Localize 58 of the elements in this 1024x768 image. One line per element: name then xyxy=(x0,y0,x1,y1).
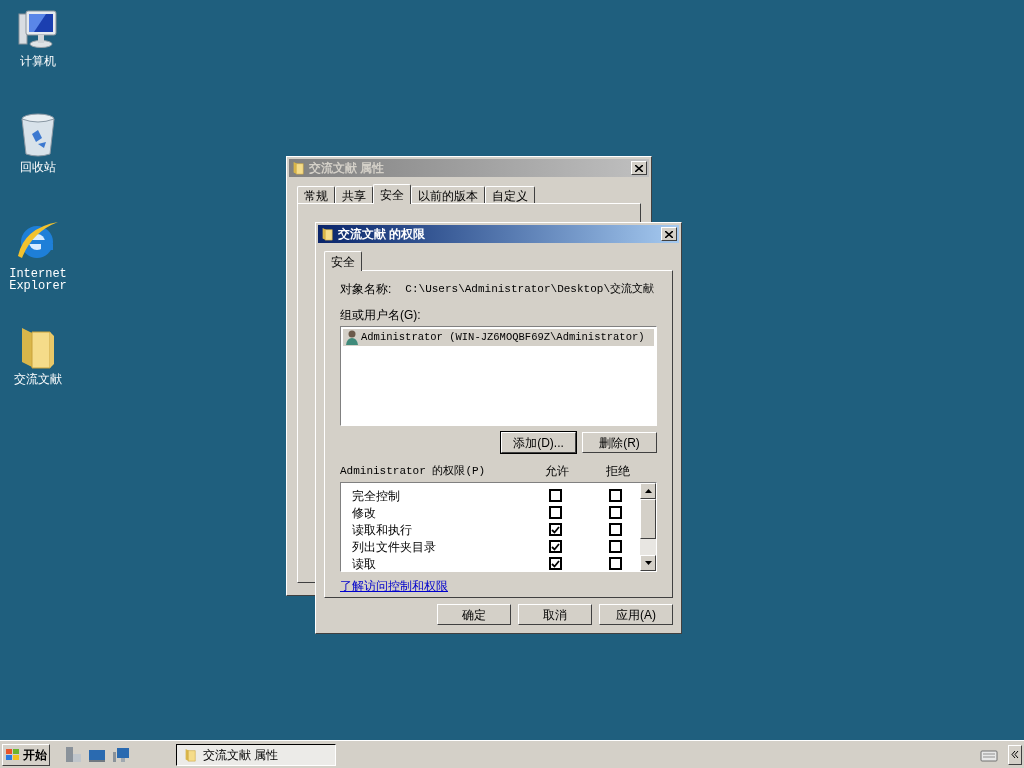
object-name: C:\Users\Administrator\Desktop\交流文献 xyxy=(405,281,654,297)
permission-name: 列出文件夹目录 xyxy=(351,538,437,556)
permission-name: 读取和执行 xyxy=(351,521,413,539)
desktop-icon-label[interactable]: 交流文献 xyxy=(8,374,68,386)
user-icon xyxy=(346,330,358,345)
permission-name: 读取 xyxy=(351,555,377,573)
close-icon xyxy=(665,230,673,238)
checkbox[interactable] xyxy=(608,557,622,570)
tab[interactable]: 安全 xyxy=(324,251,362,271)
tab[interactable]: 常规 xyxy=(297,186,335,203)
tab[interactable]: 自定义 xyxy=(485,186,535,203)
dialog-button[interactable]: 添加(D)... xyxy=(501,432,576,453)
window-title: 交流文献 的权限 xyxy=(338,226,426,243)
start-button[interactable]: 开始 xyxy=(2,743,50,766)
checkbox[interactable] xyxy=(548,506,562,519)
dialog-button[interactable]: 应用(A) xyxy=(599,604,673,625)
dialog-button[interactable]: 确定 xyxy=(437,604,511,625)
checkbox[interactable] xyxy=(608,523,622,536)
up-arrow-icon xyxy=(644,489,652,493)
tab[interactable]: 以前的版本 xyxy=(411,186,485,203)
dialog-button[interactable]: 删除(R) xyxy=(582,432,657,453)
checkbox[interactable] xyxy=(608,506,622,519)
window-title: 交流文献 属性 xyxy=(309,160,385,177)
checkbox[interactable] xyxy=(608,540,622,553)
desktop-icon-label[interactable]: Internet Explorer xyxy=(8,268,68,292)
checkbox[interactable] xyxy=(548,540,562,553)
column-header: 允许 xyxy=(544,463,570,480)
folder-icon xyxy=(291,161,305,175)
tab[interactable]: 共享 xyxy=(335,186,373,203)
close-button[interactable] xyxy=(661,227,677,241)
user-list-item[interactable]: Administrator (WIN-JZ6MOQBF69Z\Administrator) xyxy=(343,329,654,346)
object-name-label: 对象名称: xyxy=(340,281,392,298)
help-link[interactable]: 了解访问控制和权限 xyxy=(340,577,448,595)
scrollbar[interactable] xyxy=(640,483,656,571)
folder-icon xyxy=(320,227,334,241)
checkbox[interactable] xyxy=(548,523,562,536)
tab[interactable]: 安全 xyxy=(373,184,411,204)
checkbox[interactable] xyxy=(548,557,562,570)
show-hidden-icons-button[interactable] xyxy=(1008,744,1022,765)
chevron-icon xyxy=(1011,751,1019,758)
close-button[interactable] xyxy=(631,161,647,175)
down-arrow-icon xyxy=(644,561,652,565)
windows-logo-icon xyxy=(5,746,21,763)
dialog-button[interactable]: 取消 xyxy=(518,604,592,625)
permissions-label: Administrator 的权限(P) xyxy=(340,463,487,479)
folder-icon xyxy=(183,747,197,762)
permission-name: 完全控制 xyxy=(351,487,401,505)
desktop-icon-label[interactable]: 计算机 xyxy=(8,56,68,68)
close-icon xyxy=(635,164,643,172)
desktop-icon-label[interactable]: 回收站 xyxy=(8,162,68,174)
recycle-bin-icon xyxy=(18,112,58,158)
permission-name: 修改 xyxy=(351,504,377,522)
taskbar-button[interactable]: 交流文献 属性 xyxy=(176,743,336,766)
checkbox[interactable] xyxy=(608,489,622,502)
computer-icon[interactable] xyxy=(112,745,130,764)
group-label: 组或用户名(G): xyxy=(340,308,421,322)
checkbox[interactable] xyxy=(548,489,562,502)
column-header: 拒绝 xyxy=(605,463,631,480)
